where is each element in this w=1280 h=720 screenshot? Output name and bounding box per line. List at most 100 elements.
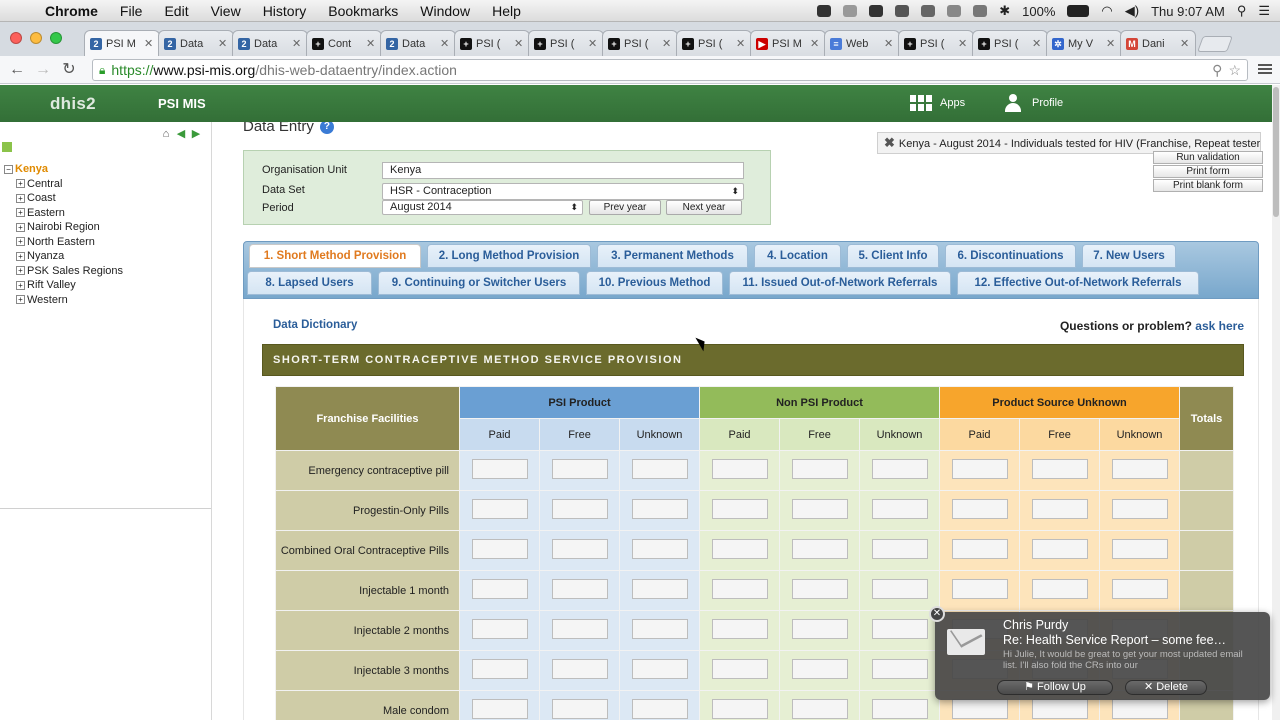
section-tab-5[interactable]: 5. Client Info — [847, 244, 939, 268]
menu-file[interactable]: File — [109, 3, 154, 19]
section-tab-9[interactable]: 9. Continuing or Switcher Users — [378, 271, 580, 295]
value-input[interactable] — [551, 619, 608, 639]
apps-menu[interactable]: Apps — [910, 95, 965, 111]
close-tab-icon[interactable]: ✕ — [218, 37, 228, 50]
tree-node[interactable]: + PSK Sales Regions — [4, 264, 123, 279]
close-tab-icon[interactable]: ✕ — [366, 37, 376, 50]
browser-tab[interactable]: ▶ PSI M ✕ — [750, 30, 826, 56]
value-input[interactable] — [791, 539, 848, 559]
delete-button[interactable]: ✕ Delete — [1125, 680, 1207, 695]
value-input[interactable] — [871, 499, 928, 519]
menu-window[interactable]: Window — [409, 3, 481, 19]
data-dictionary-link[interactable]: Data Dictionary — [273, 319, 357, 331]
notification-bell-icon[interactable] — [843, 5, 858, 17]
section-tab-7[interactable]: 7. New Users — [1082, 244, 1176, 268]
value-input[interactable] — [1031, 699, 1088, 719]
browser-tab[interactable]: ≡ Web ✕ — [824, 30, 900, 56]
value-input[interactable] — [1031, 539, 1088, 559]
section-tab-12[interactable]: 12. Effective Out-of-Network Referrals — [957, 271, 1199, 295]
expand-node-icon[interactable]: + — [16, 295, 25, 305]
close-tab-icon[interactable]: ✕ — [1106, 37, 1116, 50]
value-input[interactable] — [791, 619, 848, 639]
tree-node-label[interactable]: Western — [27, 294, 68, 306]
evernote-icon[interactable] — [817, 5, 832, 17]
value-input[interactable] — [471, 539, 528, 559]
section-tab-6[interactable]: 6. Discontinuations — [945, 244, 1076, 268]
value-input[interactable] — [871, 539, 928, 559]
value-input[interactable] — [871, 459, 928, 479]
value-input[interactable] — [791, 579, 848, 599]
close-tab-icon[interactable]: ✕ — [514, 37, 524, 50]
tree-node-label[interactable]: Central — [27, 178, 62, 190]
section-tab-2[interactable]: 2. Long Method Provision — [427, 244, 591, 268]
value-input[interactable] — [711, 659, 768, 679]
value-input[interactable] — [711, 619, 768, 639]
expand-node-icon[interactable]: + — [16, 266, 25, 276]
expand-node-icon[interactable]: + — [16, 237, 25, 247]
browser-tab[interactable]: ✲ My V ✕ — [1046, 30, 1122, 56]
tree-root[interactable]: − Kenya — [4, 162, 123, 177]
browser-tab[interactable]: 2 PSI M ✕ — [84, 30, 160, 56]
tree-node[interactable]: + North Eastern — [4, 235, 123, 250]
minimize-window-button[interactable] — [30, 32, 42, 44]
menu-history[interactable]: History — [252, 3, 318, 19]
value-input[interactable] — [951, 539, 1008, 559]
close-icon[interactable]: ✖ — [884, 135, 895, 150]
value-input[interactable] — [711, 539, 768, 559]
value-input[interactable] — [471, 459, 528, 479]
value-input[interactable] — [1111, 499, 1168, 519]
menu-view[interactable]: View — [200, 3, 252, 19]
tree-node-label[interactable]: Nyanza — [27, 250, 64, 262]
value-input[interactable] — [1111, 579, 1168, 599]
browser-tab[interactable]: 2 Data ✕ — [158, 30, 234, 56]
value-input[interactable] — [951, 579, 1008, 599]
value-input[interactable] — [471, 499, 528, 519]
clock[interactable]: Thu 9:07 AM — [1151, 4, 1225, 19]
ask-here-link[interactable]: ask here — [1195, 319, 1244, 333]
value-input[interactable] — [471, 579, 528, 599]
dhis2-logo[interactable]: dhis2 — [50, 94, 96, 114]
value-input[interactable] — [1031, 499, 1088, 519]
tree-node-label[interactable]: PSK Sales Regions — [27, 265, 123, 277]
browser-tab[interactable]: + PSI (✕ — [528, 30, 604, 56]
tree-status-icon[interactable] — [2, 142, 12, 152]
close-tab-icon[interactable]: ✕ — [1180, 37, 1190, 50]
scrollbar-thumb[interactable] — [1273, 87, 1279, 217]
close-tab-icon[interactable]: ✕ — [588, 37, 598, 50]
close-window-button[interactable] — [10, 32, 22, 44]
period-select[interactable]: August 2014 ⬍ — [382, 200, 583, 215]
value-input[interactable] — [551, 459, 608, 479]
tree-node[interactable]: + Western — [4, 293, 123, 308]
value-input[interactable] — [711, 499, 768, 519]
tree-node[interactable]: + Eastern — [4, 206, 123, 221]
value-input[interactable] — [1031, 459, 1088, 479]
chrome-menu-icon[interactable] — [1258, 62, 1272, 76]
volume-icon[interactable]: ◀) — [1125, 3, 1139, 19]
value-input[interactable] — [631, 459, 688, 479]
close-tab-icon[interactable]: ✕ — [736, 37, 746, 50]
reload-button[interactable]: ↻ — [56, 57, 82, 83]
value-input[interactable] — [631, 499, 688, 519]
expand-node-icon[interactable]: + — [16, 179, 25, 189]
follow-up-button[interactable]: ⚑ Follow Up — [997, 680, 1113, 695]
browser-tab[interactable]: 2 Data ✕ — [380, 30, 456, 56]
app-tray-icon[interactable] — [921, 5, 936, 17]
value-input[interactable] — [551, 659, 608, 679]
value-input[interactable] — [631, 659, 688, 679]
vpn-icon[interactable] — [947, 5, 962, 17]
browser-tab[interactable]: + PSI (✕ — [602, 30, 678, 56]
tree-node-label[interactable]: North Eastern — [27, 236, 95, 248]
expand-icon[interactable]: ▶ — [190, 128, 202, 140]
value-input[interactable] — [791, 499, 848, 519]
print-form-button[interactable]: Print form — [1153, 165, 1263, 178]
section-tab-4[interactable]: 4. Location — [754, 244, 841, 268]
value-input[interactable] — [551, 579, 608, 599]
close-tab-icon[interactable]: ✕ — [662, 37, 672, 50]
close-tab-icon[interactable]: ✕ — [958, 37, 968, 50]
home-icon[interactable]: ⌂ — [160, 128, 172, 140]
collapse-node-icon[interactable]: − — [4, 164, 13, 174]
value-input[interactable] — [631, 539, 688, 559]
page-scrollbar[interactable] — [1272, 85, 1280, 720]
tree-node[interactable]: + Nairobi Region — [4, 220, 123, 235]
time-machine-icon[interactable] — [973, 5, 988, 17]
